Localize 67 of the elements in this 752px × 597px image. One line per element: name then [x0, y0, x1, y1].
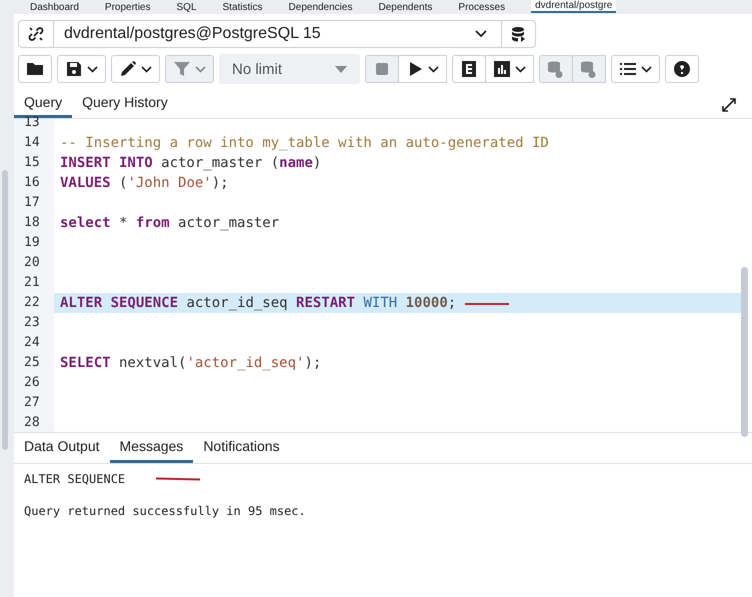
- query-tab[interactable]: Query History: [72, 94, 178, 118]
- folder-icon: [26, 60, 44, 78]
- caret-icon: [335, 66, 347, 72]
- link-icon: [27, 25, 45, 43]
- panel-tab[interactable]: Processes: [458, 2, 506, 13]
- panel-tab[interactable]: Dependents: [378, 2, 432, 13]
- caret-icon: [428, 66, 439, 72]
- connection-select[interactable]: dvdrental/postgres@PostgreSQL 15: [18, 20, 502, 48]
- panel-tab[interactable]: Statistics: [222, 2, 263, 13]
- caret-icon: [87, 66, 98, 72]
- annotation-underline: [464, 302, 510, 306]
- list-icon: [619, 60, 637, 78]
- line-number: 24: [23, 334, 41, 352]
- output-tab[interactable]: Data Output: [14, 438, 110, 463]
- chart-icon: [493, 60, 511, 78]
- save-button[interactable]: [57, 55, 106, 83]
- line-number: 28: [23, 414, 41, 432]
- line-number: 19: [23, 234, 41, 252]
- save-icon: [65, 60, 83, 78]
- caret-icon: [195, 66, 206, 72]
- panel-tab[interactable]: dvdrental/postgre: [531, 0, 616, 13]
- line-number: 16: [23, 174, 41, 192]
- code-line: INSERT INTO actor_master (name): [59, 154, 322, 173]
- line-number: 18: [23, 214, 41, 232]
- line-number: 20: [23, 254, 41, 272]
- code-line: select * from actor_master: [59, 214, 280, 233]
- pencil-button[interactable]: [111, 55, 160, 83]
- help-icon: [673, 60, 691, 78]
- expand-icon[interactable]: [722, 98, 736, 112]
- caret-icon: [141, 66, 152, 72]
- filter-icon: [173, 60, 191, 78]
- line-number: 27: [23, 394, 41, 412]
- line-number: 25: [23, 354, 41, 372]
- database-button[interactable]: [502, 20, 536, 48]
- caret-icon: [475, 30, 487, 38]
- output-tab[interactable]: Messages: [110, 438, 194, 463]
- caret-icon: [515, 66, 526, 72]
- line-number: 14: [23, 134, 41, 152]
- line-number: 21: [23, 274, 41, 292]
- code-line: SELECT nextval('actor_id_seq');: [59, 354, 322, 373]
- annotation-underline: [155, 477, 202, 481]
- code-line: VALUES ('John Doe');: [59, 174, 230, 193]
- line-number: 22: [23, 294, 41, 312]
- macros-button[interactable]: [611, 55, 660, 83]
- panel-tab[interactable]: Dependencies: [288, 2, 352, 13]
- panel-tab[interactable]: Dashboard: [30, 2, 79, 13]
- help-button[interactable]: [665, 55, 699, 83]
- folder-button[interactable]: [18, 55, 52, 83]
- play-button[interactable]: [398, 55, 447, 83]
- line-number: 17: [23, 194, 41, 212]
- output-tab[interactable]: Notifications: [193, 438, 290, 463]
- panel-tab[interactable]: SQL: [176, 2, 197, 13]
- database-icon: [510, 26, 526, 42]
- stop-icon: [373, 60, 391, 78]
- caret-icon: [641, 66, 652, 72]
- message-text: ALTER SEQUENCE: [24, 472, 126, 486]
- explain-icon: [460, 60, 478, 78]
- scrollbar[interactable]: [741, 267, 748, 437]
- line-number: 26: [23, 374, 41, 392]
- pencil-icon: [119, 60, 137, 78]
- code-line: -- Inserting a row into my_table with an auto-generated ID: [59, 134, 550, 153]
- chart-button[interactable]: [485, 55, 534, 83]
- message-text: Query returned successfully in 95 msec.: [24, 504, 307, 518]
- panel-tab[interactable]: Properties: [104, 2, 150, 13]
- line-number: 23: [23, 314, 41, 332]
- line-number: 15: [23, 154, 41, 172]
- explain-button[interactable]: [452, 55, 486, 83]
